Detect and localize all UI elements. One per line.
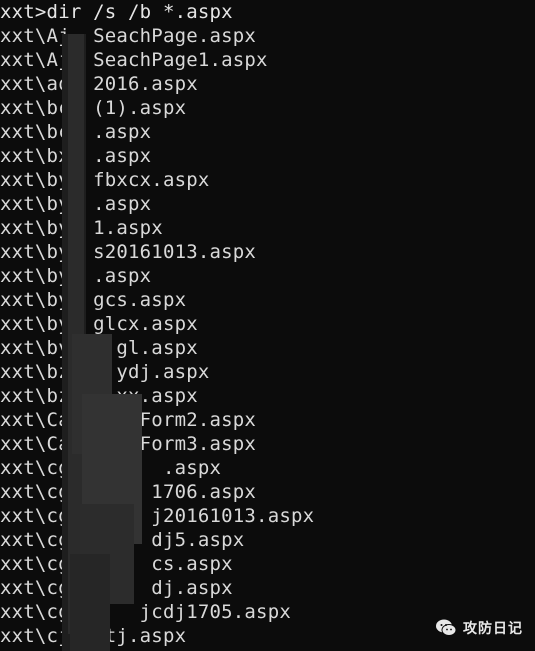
output-line: xxt\by gcs.aspx — [0, 289, 187, 311]
output-line: xxt\cj tj.aspx — [0, 625, 187, 647]
terminal-output: xxt>dir /s /b *.aspx xxt\Aj SeachPage.as… — [0, 0, 314, 648]
output-line: xxt\by glcx.aspx — [0, 313, 198, 335]
watermark: 攻防日记 — [435, 617, 523, 639]
output-line: xxt\cg j20161013.aspx — [0, 505, 315, 527]
output-line: xxt\Aj SeachPage1.aspx — [0, 49, 268, 71]
output-line: xxt\cg cs.aspx — [0, 553, 233, 575]
output-line: xxt\Aj SeachPage.aspx — [0, 25, 257, 47]
command-prompt-line: xxt>dir /s /b *.aspx — [0, 1, 233, 23]
output-line: xxt\by .aspx — [0, 193, 152, 215]
output-line: xxt\Ca Form2.aspx — [0, 409, 257, 431]
output-line: xxt\cg .aspx — [0, 457, 222, 479]
output-line: xxt\bz xx.aspx — [0, 385, 198, 407]
output-line: xxt\bc .aspx — [0, 121, 152, 143]
output-line: xxt\cg dj.aspx — [0, 577, 233, 599]
wechat-icon — [435, 617, 457, 639]
output-line: xxt\cg 1706.aspx — [0, 481, 257, 503]
output-line: xxt\Ca Form3.aspx — [0, 433, 257, 455]
output-line: xxt\by gl.aspx — [0, 337, 198, 359]
output-line: xxt\bc (1).aspx — [0, 97, 187, 119]
output-line: xxt\aq 2016.aspx — [0, 73, 198, 95]
output-line: xxt\by fbxcx.aspx — [0, 169, 210, 191]
output-line: xxt\bz ydj.aspx — [0, 361, 210, 383]
output-line: xxt\cg dj5.aspx — [0, 529, 245, 551]
terminal-window: xxt>dir /s /b *.aspx xxt\Aj SeachPage.as… — [0, 0, 535, 651]
output-line: xxt\bx .aspx — [0, 145, 152, 167]
output-line: xxt\by .aspx — [0, 265, 152, 287]
watermark-label: 攻防日记 — [463, 621, 523, 637]
output-line: xxt\by s20161013.aspx — [0, 241, 257, 263]
output-line: xxt\by 1.aspx — [0, 217, 163, 239]
output-line: xxt\cg jcdj1705.aspx — [0, 601, 291, 623]
